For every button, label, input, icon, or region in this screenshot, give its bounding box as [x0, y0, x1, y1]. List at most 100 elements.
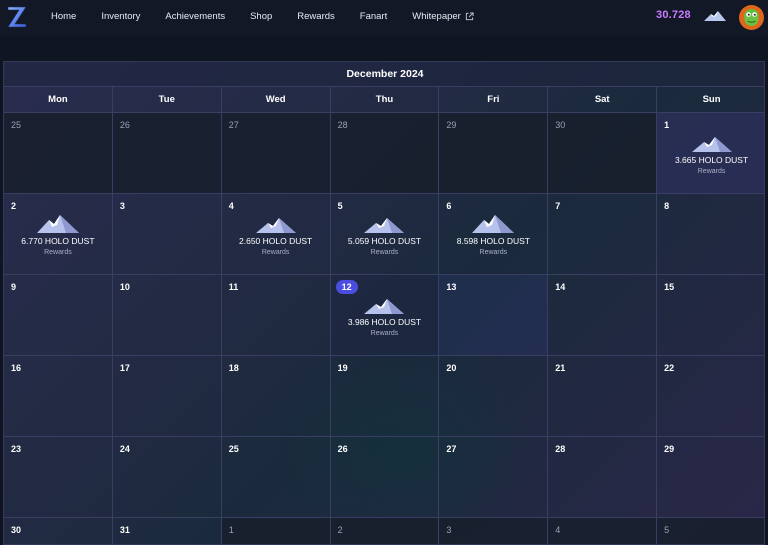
- day-number: 25: [11, 120, 22, 130]
- weekday-wed: Wed: [222, 87, 331, 112]
- nav-links: Home Inventory Achievements Shop Rewards…: [51, 0, 499, 32]
- daily-reward: 6.770 HOLO DUST Rewards: [4, 214, 112, 256]
- weekday-fri: Fri: [439, 87, 549, 112]
- calendar-day-cell[interactable]: 31: [113, 518, 222, 544]
- calendar-day-cell[interactable]: 15: [657, 275, 764, 356]
- calendar-day-cell[interactable]: 3: [439, 518, 549, 544]
- day-number: 5: [337, 201, 343, 211]
- calendar-day-cell[interactable]: 11: [221, 275, 331, 356]
- calendar-day-cell[interactable]: 25: [4, 113, 113, 194]
- nav-home[interactable]: Home: [51, 11, 76, 22]
- holo-dust-mountain-icon: [364, 218, 405, 233]
- calendar-day-cell[interactable]: 10: [112, 275, 222, 356]
- calendar-day-cell[interactable]: 12 3.986 HOLO DUST Rewards: [330, 275, 440, 356]
- user-avatar[interactable]: [739, 5, 764, 30]
- day-number: 14: [555, 282, 566, 292]
- day-number: 5: [664, 525, 670, 535]
- calendar-day-cell[interactable]: 28: [330, 113, 440, 194]
- calendar-day-cell[interactable]: 17: [112, 356, 222, 437]
- day-number: 13: [446, 282, 457, 292]
- calendar-day-cell[interactable]: 9: [4, 275, 113, 356]
- day-number: 2: [11, 201, 17, 211]
- calendar-day-cell[interactable]: 18: [221, 356, 331, 437]
- calendar-day-cell[interactable]: 30: [4, 518, 113, 544]
- nav-whitepaper-label: Whitepaper: [412, 10, 461, 22]
- nav-inventory[interactable]: Inventory: [101, 11, 140, 22]
- frog-avatar-icon: [744, 12, 759, 26]
- calendar-day-cell[interactable]: 22: [657, 356, 764, 437]
- nav-shop[interactable]: Shop: [250, 11, 272, 22]
- calendar-day-cell[interactable]: 28: [548, 437, 658, 518]
- z-logo-icon[interactable]: [6, 5, 28, 29]
- reward-amount: 5.059 HOLO DUST: [347, 236, 422, 246]
- calendar-day-cell[interactable]: 13: [439, 275, 549, 356]
- calendar-day-cell[interactable]: 27: [439, 437, 549, 518]
- calendar-day-cell[interactable]: 5 5.059 HOLO DUST Rewards: [330, 194, 440, 275]
- calendar-day-cell[interactable]: 26: [112, 113, 222, 194]
- nav-whitepaper[interactable]: Whitepaper: [412, 11, 474, 22]
- day-number: 1: [664, 120, 670, 130]
- nav-rewards[interactable]: Rewards: [297, 11, 335, 22]
- day-number: 3: [446, 525, 452, 535]
- calendar-day-cell[interactable]: 4 2.650 HOLO DUST Rewards: [221, 194, 331, 275]
- external-link-icon: [465, 11, 474, 20]
- calendar-day-cell[interactable]: 4: [548, 518, 658, 544]
- day-number: 3: [119, 201, 125, 211]
- calendar-day-cell[interactable]: 29: [657, 437, 764, 518]
- day-number: 18: [228, 363, 239, 373]
- calendar-day-cell[interactable]: 6 8.598 HOLO DUST Rewards: [439, 194, 549, 275]
- day-number: 10: [119, 282, 130, 292]
- calendar-day-cell[interactable]: 21: [548, 356, 658, 437]
- weekday-sun: Sun: [702, 94, 721, 105]
- calendar-day-cell[interactable]: 20: [439, 356, 549, 437]
- day-number: 6: [446, 201, 452, 211]
- calendar-day-cell[interactable]: 7: [548, 194, 658, 275]
- calendar-day-cell[interactable]: 1: [221, 518, 331, 544]
- calendar-day-cell[interactable]: 27: [221, 113, 331, 194]
- reward-label: Rewards: [44, 249, 72, 256]
- reward-amount: 3.986 HOLO DUST: [347, 317, 422, 327]
- calendar-day-cell[interactable]: 8: [657, 194, 764, 275]
- holo-dust-mountain-icon: [472, 215, 515, 233]
- calendar-day-cell[interactable]: 5: [657, 518, 764, 544]
- calendar-day-cell[interactable]: 1 3.665 HOLO DUST Rewards: [657, 113, 764, 194]
- calendar-day-cell[interactable]: 3: [112, 194, 222, 275]
- calendar-day-cell[interactable]: 26: [330, 437, 440, 518]
- rewards-calendar: December 2024 Mon Tue Wed Thu Fri Sat Su…: [3, 61, 765, 545]
- holo-dust-mountain-icon: [36, 215, 79, 233]
- nav-spacer: [0, 36, 768, 61]
- day-number: 21: [555, 363, 566, 373]
- weekday-thu: Thu: [331, 87, 440, 112]
- day-number: 1: [228, 525, 234, 535]
- weekday-mon: Mon: [4, 87, 113, 112]
- reward-amount: 6.770 HOLO DUST: [21, 236, 95, 246]
- day-number: 17: [119, 363, 130, 373]
- calendar-day-cell[interactable]: 23: [4, 437, 113, 518]
- holo-dust-balance: 30.728: [656, 9, 691, 21]
- day-number: 30: [555, 120, 566, 130]
- daily-reward: 8.598 HOLO DUST Rewards: [439, 214, 547, 256]
- calendar-day-cell[interactable]: 19: [330, 356, 440, 437]
- nav-fanart[interactable]: Fanart: [360, 11, 387, 22]
- calendar-grid: 25 26 27 28 29 30 1 3.665 HOLO DUST Rewards 2 6.77…: [4, 113, 764, 544]
- holo-dust-mountain-icon: [704, 11, 726, 21]
- calendar-day-cell[interactable]: 2: [330, 518, 440, 544]
- day-number: 16: [11, 363, 22, 373]
- today-day-number: 12: [335, 280, 358, 294]
- day-number: 25: [228, 444, 239, 454]
- weekday-tue: Tue: [113, 87, 222, 112]
- day-number: 29: [664, 444, 675, 454]
- holo-dust-mountain-icon: [691, 137, 732, 152]
- calendar-day-cell[interactable]: 16: [4, 356, 113, 437]
- nav-achievements[interactable]: Achievements: [165, 11, 225, 22]
- calendar-day-cell[interactable]: 25: [221, 437, 331, 518]
- calendar-day-cell[interactable]: 14: [548, 275, 658, 356]
- day-number: 27: [228, 120, 239, 130]
- day-number: 4: [228, 201, 234, 211]
- calendar-day-cell[interactable]: 24: [112, 437, 222, 518]
- day-number: 28: [337, 120, 348, 130]
- calendar-day-cell[interactable]: 29: [439, 113, 549, 194]
- calendar-day-cell[interactable]: 30: [548, 113, 658, 194]
- calendar-day-cell[interactable]: 2 6.770 HOLO DUST Rewards: [4, 194, 113, 275]
- reward-amount: 2.650 HOLO DUST: [239, 236, 313, 246]
